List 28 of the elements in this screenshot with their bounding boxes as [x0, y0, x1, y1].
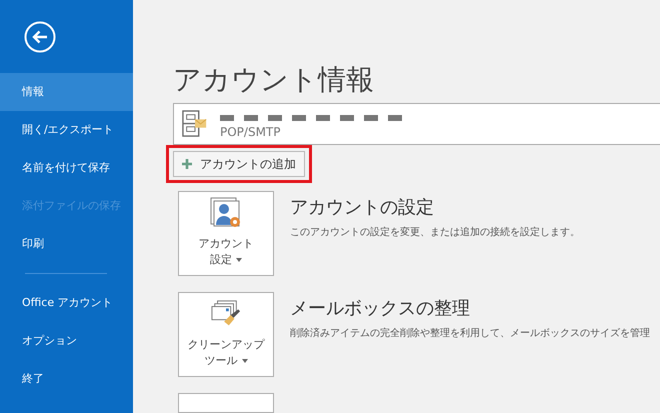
- back-icon[interactable]: [24, 20, 56, 52]
- sidebar-item[interactable]: Office アカウント: [0, 284, 133, 322]
- sidebar-item[interactable]: 印刷: [0, 225, 133, 263]
- user-gear-icon: [210, 197, 242, 229]
- section-description: 削除済みアイテムの完全削除や整理を利用して、メールボックスのサイズを管理: [290, 326, 650, 340]
- mail-cabinet-icon: [182, 110, 208, 138]
- caret-icon: [242, 358, 248, 362]
- section-title: メールボックスの整理: [290, 297, 471, 320]
- sidebar-item[interactable]: 名前を付けて保存: [0, 149, 133, 187]
- tile-label: アカウント: [198, 236, 254, 251]
- section-description: このアカウントの設定を変更、または追加の接続を設定します。: [290, 226, 580, 239]
- account-type: POP/SMTP: [220, 124, 282, 139]
- cleanup-tools-button[interactable]: クリーンアップ ツール: [178, 292, 274, 377]
- caret-icon: [236, 258, 242, 262]
- add-account-button[interactable]: アカウントの追加: [173, 151, 305, 177]
- page-title: アカウント情報: [173, 62, 375, 98]
- tile-label: 設定: [210, 252, 232, 267]
- tile-label: ツール: [204, 353, 238, 368]
- tile-button[interactable]: [178, 393, 274, 413]
- sidebar-item[interactable]: 終了: [0, 360, 133, 398]
- account-selector[interactable]: POP/SMTP: [173, 102, 660, 145]
- account-settings-button[interactable]: アカウント 設定: [178, 191, 274, 276]
- tile-label: クリーンアップ: [188, 337, 264, 352]
- plus-icon: [182, 159, 192, 169]
- section-title: アカウントの設定: [290, 196, 435, 219]
- sidebar-item[interactable]: 情報: [0, 73, 133, 111]
- sidebar-item[interactable]: 開く/エクスポート: [0, 111, 133, 149]
- sidebar-item[interactable]: オプション: [0, 322, 133, 360]
